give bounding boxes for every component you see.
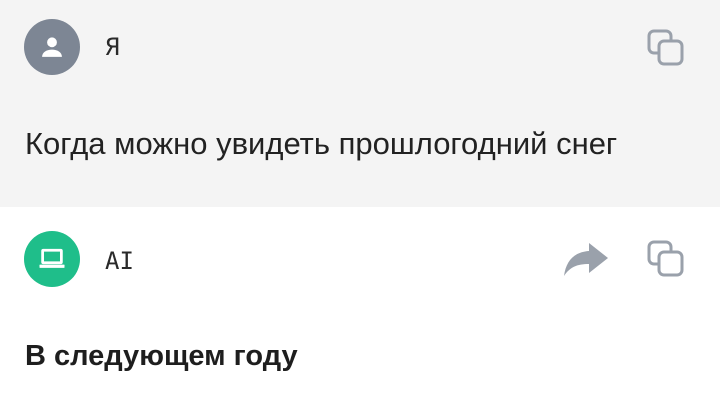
ai-author-name: AI: [105, 247, 134, 275]
person-icon: [42, 37, 62, 57]
copy-icon: [647, 29, 684, 66]
copy-user-message-button[interactable]: [638, 20, 694, 76]
user-message-text: Когда можно увидеть прошлогодний снег: [25, 126, 618, 161]
user-avatar: [24, 19, 80, 75]
laptop-icon: [39, 248, 65, 268]
copy-icon: [647, 240, 684, 277]
ai-message: AI В следующем году: [0, 207, 720, 409]
ai-avatar: [24, 231, 80, 287]
user-message: Я Когда можно увидеть прошлогодний снег: [0, 0, 720, 207]
share-icon: [564, 243, 608, 276]
user-author-name: Я: [105, 33, 120, 61]
copy-ai-message-button[interactable]: [638, 231, 694, 287]
ai-message-text: В следующем году: [25, 340, 298, 372]
share-ai-message-button[interactable]: [558, 231, 614, 287]
